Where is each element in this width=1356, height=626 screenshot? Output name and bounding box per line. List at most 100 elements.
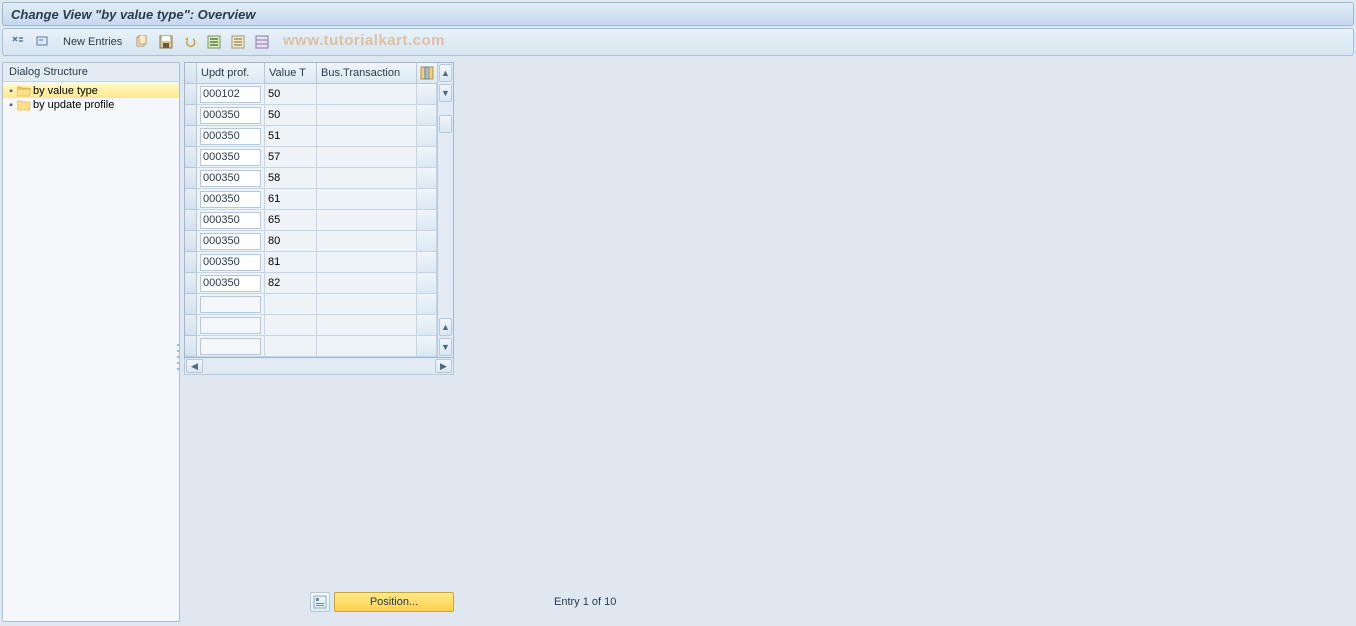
scroll-track[interactable]	[438, 103, 453, 317]
cell-bus-transaction[interactable]	[317, 210, 417, 231]
cell-bus-transaction[interactable]	[317, 105, 417, 126]
cell-bus-transaction[interactable]	[317, 189, 417, 210]
row-selector[interactable]	[185, 252, 197, 273]
cell-value-t[interactable]: 80	[265, 231, 317, 252]
cell-value-t[interactable]: 51	[265, 126, 317, 147]
updt-prof-input[interactable]	[200, 233, 261, 250]
scroll-up-icon[interactable]: ▲	[439, 64, 452, 82]
cell-bus-transaction[interactable]	[317, 84, 417, 105]
cell-value-t[interactable]: 82	[265, 273, 317, 294]
row-selector[interactable]	[185, 189, 197, 210]
table-settings-icon[interactable]	[417, 63, 437, 84]
cell-bus-transaction[interactable]	[317, 336, 417, 357]
cell-value-t[interactable]: 81	[265, 252, 317, 273]
table-row: 57	[185, 147, 437, 168]
cell-value-t[interactable]	[265, 315, 317, 336]
updt-prof-input[interactable]	[200, 317, 261, 334]
table-view-icon[interactable]	[252, 32, 272, 52]
cell-bus-transaction[interactable]	[317, 231, 417, 252]
cell-value-t[interactable]: 61	[265, 189, 317, 210]
save-icon[interactable]	[156, 32, 176, 52]
updt-prof-input[interactable]	[200, 107, 261, 124]
cell-value-t[interactable]	[265, 336, 317, 357]
row-selector[interactable]	[185, 126, 197, 147]
vertical-scrollbar[interactable]: ▲ ▼ ▲ ▼	[437, 63, 453, 357]
updt-prof-input[interactable]	[200, 254, 261, 271]
deselect-all-icon[interactable]	[228, 32, 248, 52]
row-selector[interactable]	[185, 84, 197, 105]
table-row: 80	[185, 231, 437, 252]
cell-bus-transaction[interactable]	[317, 126, 417, 147]
updt-prof-input[interactable]	[200, 212, 261, 229]
cell-updt-prof[interactable]	[197, 273, 265, 294]
cell-bus-transaction[interactable]	[317, 147, 417, 168]
cell-updt-prof[interactable]	[197, 210, 265, 231]
select-all-icon[interactable]	[204, 32, 224, 52]
toggle-change-icon[interactable]	[9, 32, 29, 52]
cell-value-t[interactable]: 58	[265, 168, 317, 189]
cell-updt-prof[interactable]	[197, 315, 265, 336]
undo-icon[interactable]	[180, 32, 200, 52]
header-row-selector[interactable]	[185, 63, 197, 84]
row-selector[interactable]	[185, 231, 197, 252]
updt-prof-input[interactable]	[200, 86, 261, 103]
cell-updt-prof[interactable]	[197, 336, 265, 357]
cell-updt-prof[interactable]	[197, 126, 265, 147]
row-selector[interactable]	[185, 147, 197, 168]
cell-value-t[interactable]: 65	[265, 210, 317, 231]
cell-updt-prof[interactable]	[197, 252, 265, 273]
row-selector[interactable]	[185, 336, 197, 357]
cell-bus-transaction[interactable]	[317, 273, 417, 294]
cell-value-t[interactable]: 50	[265, 84, 317, 105]
cell-updt-prof[interactable]	[197, 84, 265, 105]
cell-updt-prof[interactable]	[197, 168, 265, 189]
scroll-down-icon[interactable]: ▼	[439, 338, 452, 356]
horizontal-scrollbar[interactable]: ◀ ▶	[184, 358, 454, 375]
cell-value-t[interactable]	[265, 294, 317, 315]
row-selector[interactable]	[185, 315, 197, 336]
scroll-right-icon[interactable]: ▶	[435, 359, 452, 373]
row-selector[interactable]	[185, 105, 197, 126]
scroll-thumb[interactable]	[439, 115, 452, 133]
row-selector[interactable]	[185, 210, 197, 231]
scroll-up-icon[interactable]: ▲	[439, 318, 452, 336]
cell-updt-prof[interactable]	[197, 147, 265, 168]
other-view-icon[interactable]	[33, 32, 53, 52]
column-header-bus-transaction[interactable]: Bus.Transaction	[317, 63, 417, 84]
tree-item-by-value-type[interactable]: ▪ by value type	[3, 84, 179, 98]
position-button[interactable]: Position...	[334, 592, 454, 612]
column-header-updt-prof[interactable]: Updt prof.	[197, 63, 265, 84]
row-selector[interactable]	[185, 294, 197, 315]
new-entries-button[interactable]: New Entries	[57, 36, 128, 48]
hscroll-track[interactable]	[204, 358, 434, 374]
position-icon[interactable]	[310, 592, 330, 612]
cell-value-t[interactable]: 57	[265, 147, 317, 168]
row-end-spacer	[417, 231, 437, 252]
cell-updt-prof[interactable]	[197, 189, 265, 210]
updt-prof-input[interactable]	[200, 275, 261, 292]
scroll-down-icon[interactable]: ▼	[439, 84, 452, 102]
folder-closed-icon	[17, 99, 31, 111]
updt-prof-input[interactable]	[200, 170, 261, 187]
cell-bus-transaction[interactable]	[317, 315, 417, 336]
cell-updt-prof[interactable]	[197, 294, 265, 315]
scroll-left-icon[interactable]: ◀	[186, 359, 203, 373]
updt-prof-input[interactable]	[200, 191, 261, 208]
cell-updt-prof[interactable]	[197, 105, 265, 126]
tree-item-by-update-profile[interactable]: ▪ by update profile	[3, 98, 179, 112]
cell-updt-prof[interactable]	[197, 231, 265, 252]
updt-prof-input[interactable]	[200, 149, 261, 166]
row-selector[interactable]	[185, 168, 197, 189]
panel-resize-handle[interactable]	[176, 342, 180, 372]
table-row: 65	[185, 210, 437, 231]
row-selector[interactable]	[185, 273, 197, 294]
column-header-value-t[interactable]: Value T	[265, 63, 317, 84]
updt-prof-input[interactable]	[200, 338, 261, 355]
cell-value-t[interactable]: 50	[265, 105, 317, 126]
updt-prof-input[interactable]	[200, 128, 261, 145]
cell-bus-transaction[interactable]	[317, 252, 417, 273]
cell-bus-transaction[interactable]	[317, 168, 417, 189]
updt-prof-input[interactable]	[200, 296, 261, 313]
copy-icon[interactable]	[132, 32, 152, 52]
cell-bus-transaction[interactable]	[317, 294, 417, 315]
